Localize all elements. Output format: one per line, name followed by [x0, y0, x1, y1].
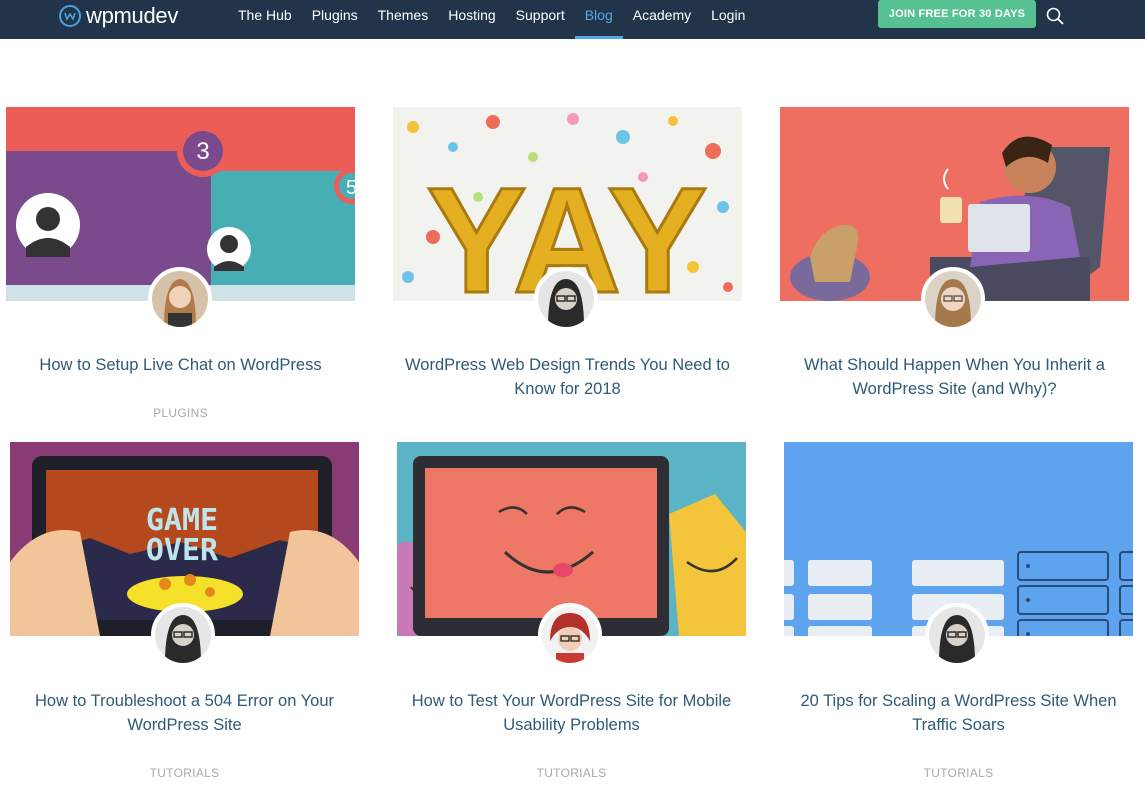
post-category[interactable]: TUTORIALS: [397, 766, 746, 780]
join-free-button[interactable]: JOIN FREE FOR 30 DAYS: [878, 0, 1036, 28]
wpmudev-logo[interactable]: wpmudev: [59, 3, 178, 29]
author-avatar[interactable]: [925, 603, 989, 667]
search-icon[interactable]: [1045, 6, 1065, 26]
post-title[interactable]: How to Test Your WordPress Site for Mobi…: [397, 689, 746, 737]
post-category[interactable]: PLUGINS: [6, 406, 355, 420]
post-title[interactable]: What Should Happen When You Inherit a Wo…: [780, 353, 1129, 401]
badge-5-text: 5: [346, 177, 355, 199]
author-avatar[interactable]: [151, 603, 215, 667]
top-navigation-bar: wpmudev The Hub Plugins Themes Hosting S…: [0, 0, 1145, 39]
post-title[interactable]: WordPress Web Design Trends You Need to …: [393, 353, 742, 401]
post-card: How to Test Your WordPress Site for Mobi…: [397, 442, 746, 787]
logo-text: wpmudev: [86, 3, 179, 28]
nav-item-login[interactable]: Login: [701, 0, 755, 39]
post-card: 3 5 How to Setup Live Chat on WordPress …: [6, 107, 355, 427]
nav-item-hosting[interactable]: Hosting: [438, 0, 505, 39]
nav-item-academy[interactable]: Academy: [623, 0, 701, 39]
post-category[interactable]: TUTORIALS: [10, 766, 359, 780]
post-card: GAME OVER How to Troubleshoot a 504 Erro…: [10, 442, 359, 787]
post-card: 20 Tips for Scaling a WordPress Site Whe…: [784, 442, 1133, 787]
author-avatar[interactable]: [538, 603, 602, 667]
nav-item-themes[interactable]: Themes: [368, 0, 439, 39]
post-title[interactable]: How to Troubleshoot a 504 Error on Your …: [10, 689, 359, 737]
nav-item-the-hub[interactable]: The Hub: [228, 0, 302, 39]
over-text: OVER: [146, 533, 219, 568]
author-avatar[interactable]: [534, 267, 598, 331]
author-avatar[interactable]: [921, 267, 985, 331]
logo-icon: [59, 5, 81, 27]
nav-item-blog[interactable]: Blog: [574, 0, 623, 39]
post-category[interactable]: TUTORIALS: [784, 766, 1133, 780]
badge-3-text: 3: [196, 138, 209, 165]
nav-item-support[interactable]: Support: [506, 0, 575, 39]
post-title[interactable]: How to Setup Live Chat on WordPress: [6, 353, 355, 377]
post-card: YAY WordPress Web Design Trends You Need…: [393, 107, 742, 427]
post-title[interactable]: 20 Tips for Scaling a WordPress Site Whe…: [784, 689, 1133, 737]
main-nav: The Hub Plugins Themes Hosting Support B…: [228, 0, 755, 39]
nav-item-plugins[interactable]: Plugins: [302, 0, 368, 39]
author-avatar[interactable]: [148, 267, 212, 331]
post-card: What Should Happen When You Inherit a Wo…: [780, 107, 1129, 427]
